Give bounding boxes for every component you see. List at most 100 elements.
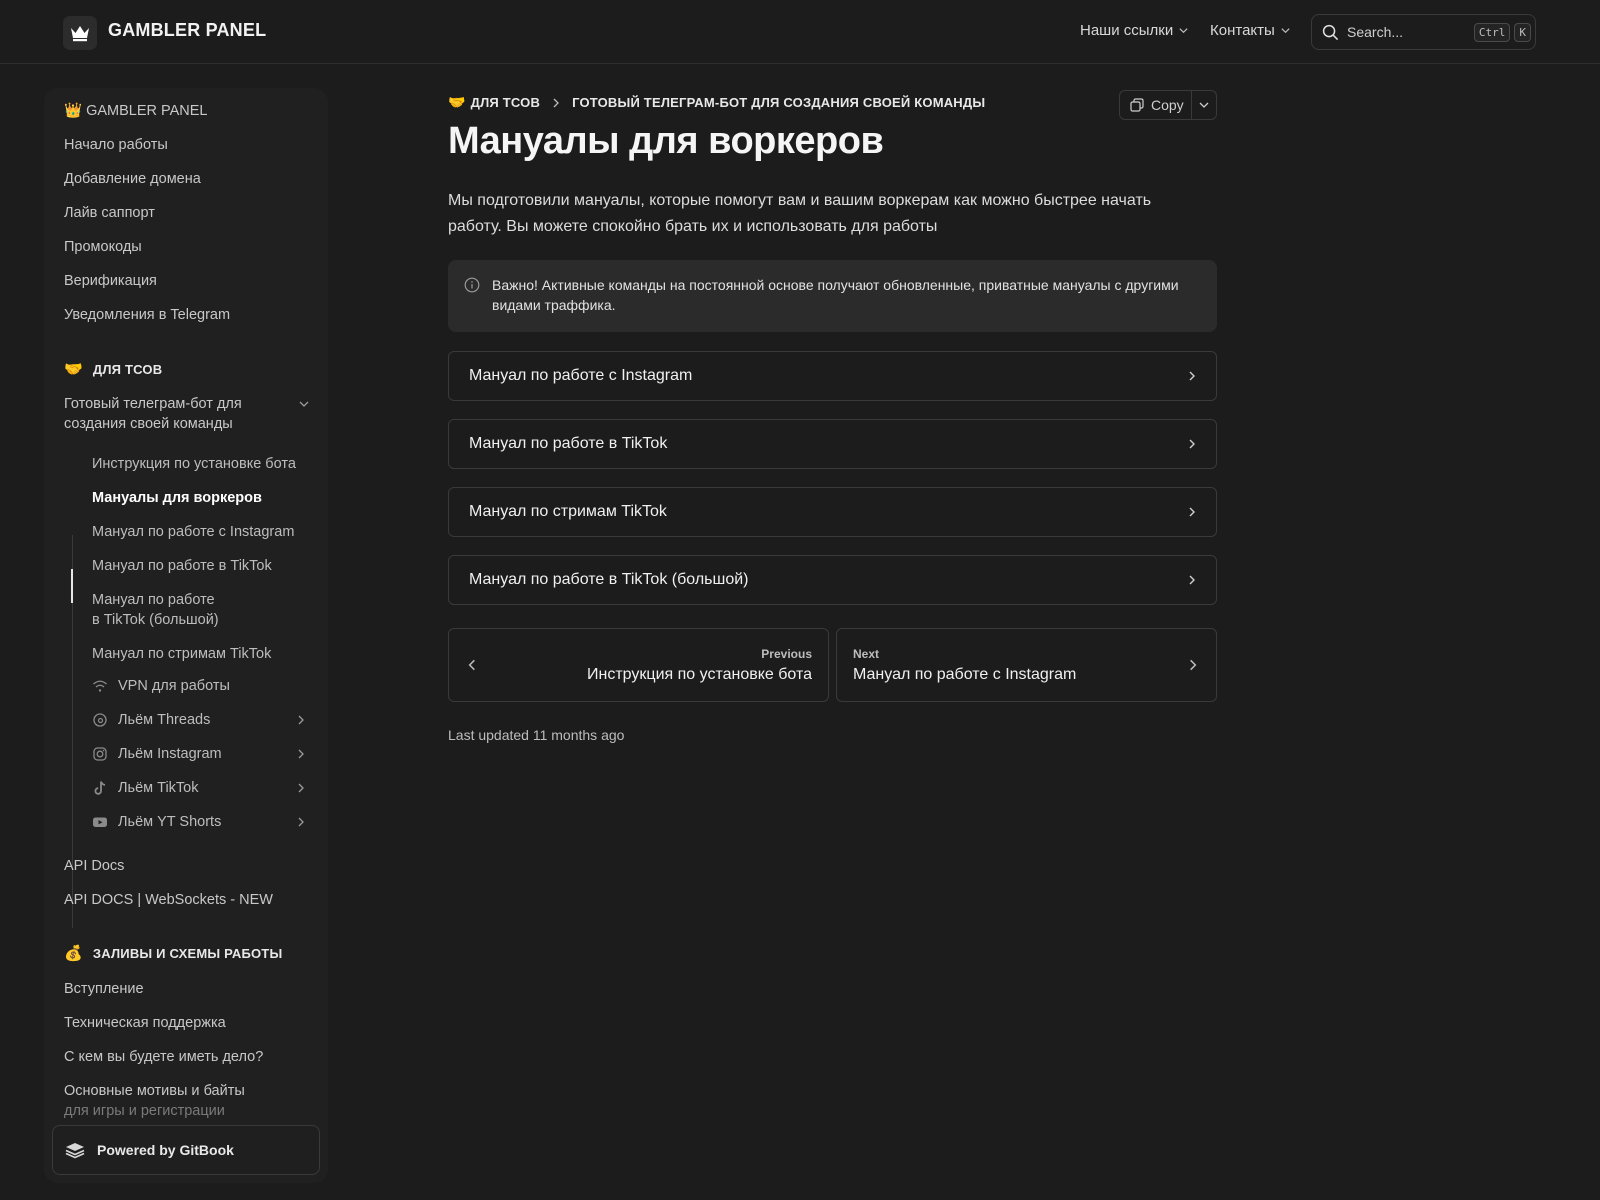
item-label: Льём TikTok (118, 780, 199, 796)
sidebar-subitem[interactable]: Мануал по работе с Instagram (92, 522, 294, 542)
sidebar-item[interactable]: Промокоды (64, 237, 142, 257)
card-tiktok-manual[interactable]: Мануал по работе в TikTok (448, 419, 1217, 469)
breadcrumb-item[interactable]: ДЛЯ ТСОВ (471, 95, 540, 110)
logo[interactable] (63, 16, 97, 50)
card-tiktok-big-manual[interactable]: Мануал по работе в TikTok (большой) (448, 555, 1217, 605)
item-label: Льём YT Shorts (118, 814, 222, 830)
powered-by-gitbook[interactable]: Powered by GitBook (52, 1125, 320, 1175)
sidebar-item-tiktok[interactable]: Льём TikTok (92, 780, 307, 796)
sidebar-item[interactable]: Добавление домена (64, 169, 201, 189)
sidebar-subitem[interactable]: Мануал по работе в TikTok (большой) (92, 590, 219, 630)
breadcrumb: 🤝 ДЛЯ ТСОВ ГОТОВЫЙ ТЕЛЕГРАМ-БОТ ДЛЯ СОЗД… (448, 94, 985, 111)
subitem-line2: в TikTok (большой) (92, 612, 219, 628)
chevron-right-icon (1189, 507, 1195, 517)
copy-button[interactable]: Copy (1120, 91, 1192, 119)
group-label-line1: Готовый телеграм-бот для (64, 396, 242, 412)
youtube-icon (93, 817, 107, 827)
chevron-right-icon (1189, 371, 1195, 381)
chevron-right-icon (298, 817, 304, 827)
chevron-right-icon (553, 98, 560, 107)
sidebar-item-vpn[interactable]: VPN для работы (92, 678, 307, 694)
chevron-right-icon (298, 783, 304, 793)
chevron-down-icon (1199, 102, 1209, 108)
gitbook-icon (65, 1143, 85, 1159)
wifi-icon (93, 680, 107, 692)
shortcut-ctrl: Ctrl (1473, 22, 1511, 42)
pager-next[interactable]: Next Мануал по работе с Instagram (836, 628, 1217, 702)
sidebar-item[interactable]: Начало работы (64, 135, 168, 155)
card-tiktok-streams-manual[interactable]: Мануал по стримам TikTok (448, 487, 1217, 537)
section-title: ДЛЯ ТСОВ (92, 361, 163, 377)
pager-label: Next (853, 646, 880, 661)
sidebar-item[interactable]: Уведомления в Telegram (64, 305, 230, 325)
breadcrumb-item[interactable]: ГОТОВЫЙ ТЕЛЕГРАМ-БОТ ДЛЯ СОЗДАНИЯ СВОЕЙ … (572, 95, 985, 110)
nav-links-menu[interactable]: Наши ссылки (1080, 22, 1189, 39)
sidebar-item[interactable]: Основные мотивы и байты для игры и регис… (64, 1081, 245, 1121)
card-instagram-manual[interactable]: Мануал по работе с Instagram (448, 351, 1217, 401)
chevron-right-icon (1189, 439, 1195, 449)
last-updated: Last updated 11 months ago (448, 727, 625, 743)
chevron-right-icon (1190, 659, 1197, 671)
hint-box: Важно! Активные команды на постоянной ос… (448, 260, 1217, 332)
sidebar-subitem[interactable]: Мануал по работе в TikTok (92, 556, 272, 576)
shortcut-k: K (1514, 22, 1531, 42)
sidebar-item[interactable]: Техническая поддержка (64, 1013, 226, 1033)
chevron-down-icon (1281, 28, 1290, 34)
threads-icon (93, 713, 107, 727)
copy-label: Copy (1151, 97, 1184, 113)
subitem-line1: Мануал по работе (92, 592, 215, 608)
chevron-left-icon (468, 659, 475, 671)
sidebar-item[interactable]: Лайв саппорт (64, 203, 155, 223)
sidebar-subitem[interactable]: Инструкция по установке бота (92, 454, 296, 474)
brand-name[interactable]: GAMBLER PANEL (108, 20, 266, 41)
active-indicator (71, 569, 73, 603)
copy-icon (1130, 98, 1144, 112)
search-box[interactable]: Search... Ctrl K (1311, 14, 1536, 50)
nav-links-label: Наши ссылки (1080, 22, 1174, 39)
sidebar-item-api-docs[interactable]: API Docs (64, 856, 124, 876)
copy-button-group: Copy (1119, 90, 1217, 120)
top-header: GAMBLER PANEL Наши ссылки Контакты Searc… (0, 0, 1600, 64)
sidebar-item-api-websockets[interactable]: API DOCS | WebSockets - NEW (64, 890, 273, 910)
sidebar-subitem[interactable]: Мануал по стримам TikTok (92, 644, 271, 664)
search-icon (1322, 24, 1339, 40)
nav-contacts-menu[interactable]: Контакты (1210, 22, 1291, 39)
section-title: ЗАЛИВЫ И СХЕМЫ РАБОТЫ (92, 945, 283, 961)
powered-label: Powered by GitBook (97, 1142, 234, 1158)
sidebar-item-threads[interactable]: Льём Threads (92, 712, 307, 728)
handshake-icon: 🤝 (64, 361, 83, 378)
chevron-right-icon (298, 715, 304, 725)
card-title: Мануал по стримам TikTok (469, 503, 667, 520)
chevron-right-icon (1189, 575, 1195, 585)
page-description: Мы подготовили мануалы, которые помогут … (448, 192, 1152, 235)
card-title: Мануал по работе в TikTok (469, 435, 668, 452)
sidebar-section-tsov: 🤝 ДЛЯ ТСОВ (64, 360, 162, 378)
nav-contacts-label: Контакты (1210, 22, 1275, 39)
hint-text: Важно! Активные команды на постоянной ос… (492, 277, 1179, 313)
item-label: VPN для работы (118, 678, 230, 694)
card-title: Мануал по работе в TikTok (большой) (469, 571, 749, 588)
handshake-icon: 🤝 (448, 94, 466, 110)
chevron-down-icon (1179, 28, 1188, 34)
chevron-right-icon (298, 749, 304, 759)
search-placeholder: Search... (1347, 24, 1404, 40)
sidebar-item[interactable]: Верификация (64, 271, 157, 291)
item-label: Льём Threads (118, 712, 211, 728)
chevron-down-icon (299, 401, 309, 407)
pager-title: Мануал по работе с Instagram (853, 665, 1077, 683)
info-icon (464, 277, 480, 293)
sidebar-item[interactable]: Вступление (64, 979, 144, 999)
sidebar: 👑 GAMBLER PANEL Начало работы Добавление… (44, 88, 328, 1183)
crown-icon (71, 26, 89, 42)
copy-options-button[interactable] (1192, 99, 1216, 111)
sidebar-site-title[interactable]: 👑 GAMBLER PANEL (64, 101, 208, 121)
sidebar-group-telegram-bot[interactable]: Готовый телеграм-бот для создания своей … (64, 394, 314, 434)
sidebar-subitem-active[interactable]: Мануалы для воркеров (92, 488, 262, 508)
item-label: Льём Instagram (118, 746, 222, 762)
sidebar-section-schemes: 💰 ЗАЛИВЫ И СХЕМЫ РАБОТЫ (64, 944, 282, 962)
sidebar-item-yt-shorts[interactable]: Льём YT Shorts (92, 814, 307, 830)
pager-previous[interactable]: Previous Инструкция по установке бота (448, 628, 829, 702)
tiktok-icon (94, 781, 106, 795)
sidebar-item-instagram[interactable]: Льём Instagram (92, 746, 307, 762)
sidebar-item[interactable]: С кем вы будете иметь дело? (64, 1047, 263, 1067)
